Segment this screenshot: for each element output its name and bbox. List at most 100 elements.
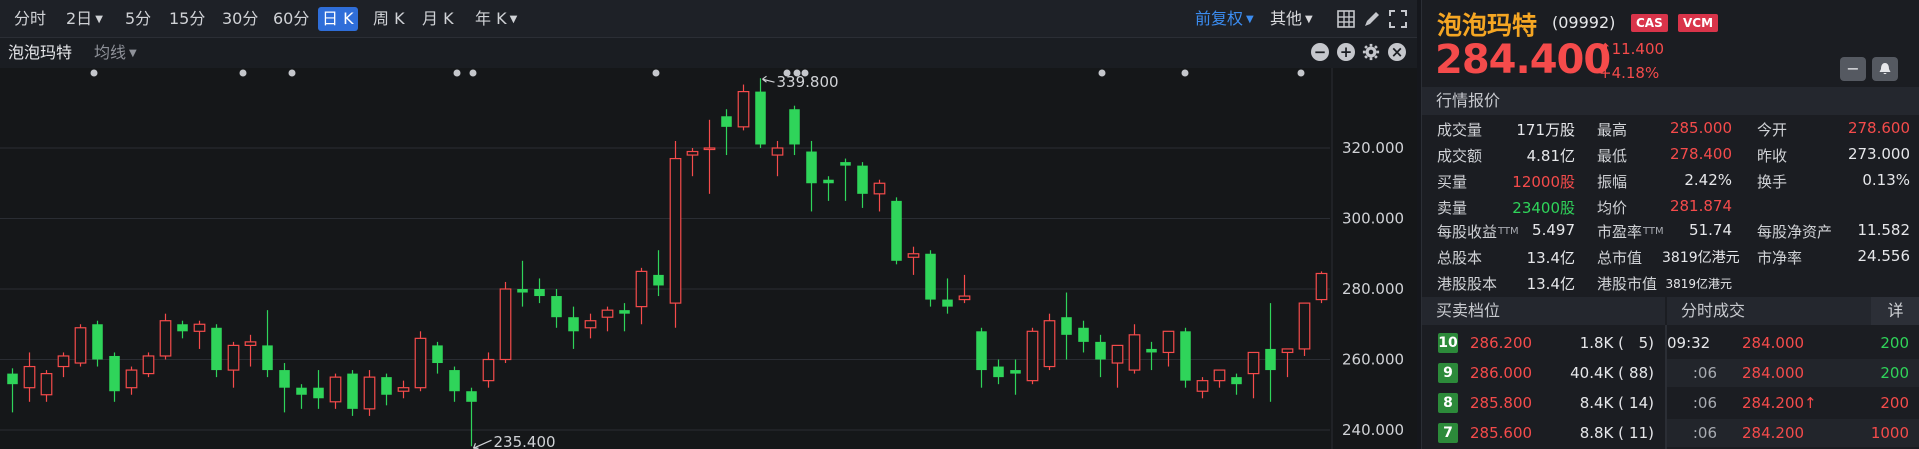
event-marker[interactable] xyxy=(453,69,461,77)
orderbook-row[interactable]: 10 286.200 1.8K (5) xyxy=(1422,333,1665,357)
adjust-label: 前复权 xyxy=(1195,9,1244,28)
quote-value: 171万股 xyxy=(1516,121,1575,139)
candle-body-up xyxy=(193,323,206,332)
quote-label: 市净率 xyxy=(1757,249,1803,267)
trade-volume: 200 xyxy=(1880,394,1909,412)
quote-value: 281.874 xyxy=(1669,197,1732,215)
candle-body-down xyxy=(177,324,188,332)
ask-price: 286.000 xyxy=(1470,364,1533,382)
adjust-dropdown[interactable]: 前复权 ▼ xyxy=(1195,7,1254,31)
quote-label: 成交量 xyxy=(1437,121,1483,139)
fundamental-row: 每股收益 TTM 5.497 市盈率 TTM 51.74 每股净资产 11.582 xyxy=(1422,221,1919,245)
minus-icon[interactable]: − xyxy=(1840,57,1866,81)
ask-count: 11) xyxy=(1629,424,1654,442)
event-marker[interactable] xyxy=(239,69,247,77)
quote-value: 278.400 xyxy=(1669,145,1732,163)
quote-value: 0.13% xyxy=(1862,171,1910,189)
candle-body-up xyxy=(958,295,971,301)
orderbook-row[interactable]: 9 286.000 40.4K (88) xyxy=(1422,363,1665,387)
layout-grid-icon[interactable] xyxy=(1336,9,1356,29)
ask-price: 286.200 xyxy=(1470,334,1533,352)
period-label: 15分 xyxy=(169,9,206,28)
event-marker[interactable] xyxy=(1098,69,1106,77)
event-marker[interactable] xyxy=(288,69,296,77)
quote-value: 278.600 xyxy=(1847,119,1910,137)
indicator-dropdown[interactable]: 均线 ▼ xyxy=(94,42,137,65)
chevron-down-icon: ▼ xyxy=(95,14,103,25)
other-dropdown[interactable]: 其他 ▼ xyxy=(1270,7,1313,31)
trade-price: 284.000 xyxy=(1742,334,1804,352)
chevron-down-icon: ▼ xyxy=(1305,14,1313,25)
zoom-out-icon[interactable]: − xyxy=(1311,43,1329,61)
candle-body-down xyxy=(1231,377,1242,385)
trade-price-value: 284.200 xyxy=(1742,424,1805,442)
period-label: 5分 xyxy=(125,9,152,28)
candle-body-down xyxy=(1146,348,1157,353)
y-tick-label: 240.000 xyxy=(1342,421,1404,439)
fundamental-row: 总股本 13.4亿 总市值 3819亿港元 市净率 24.556 xyxy=(1422,247,1919,271)
event-marker[interactable] xyxy=(90,69,98,77)
candle-body-up xyxy=(227,344,240,371)
candle-body-down xyxy=(517,289,528,293)
period-tab[interactable]: 年 K ▼ xyxy=(471,7,521,31)
candle-body-down xyxy=(925,253,936,300)
period-tab[interactable]: 60分 xyxy=(269,7,313,31)
candle-body-down xyxy=(92,324,103,360)
orderbook-row[interactable]: 8 285.800 8.4K (14) xyxy=(1422,393,1665,417)
settings-gear-icon[interactable] xyxy=(1362,43,1380,61)
event-marker[interactable] xyxy=(1181,69,1189,77)
period-label: 分时 xyxy=(14,9,47,28)
period-toolbar: 分时 2日 ▼ 5分 15分 30分 60分日 K周 K月 K年 K ▼ 前复权 ▼ 其他 ▼ xyxy=(0,0,1417,38)
candle-body-up xyxy=(907,253,920,258)
candlestick-chart[interactable]: 320.000 300.000 280.000 260.000 240.000 339.8… xyxy=(0,68,1417,449)
period-tab[interactable]: 日 K xyxy=(318,7,358,31)
quote-value: 13.4亿 xyxy=(1526,249,1575,267)
candle-body-up xyxy=(703,147,716,151)
candle-body-up xyxy=(1298,302,1311,350)
pen-draw-icon[interactable] xyxy=(1362,9,1382,29)
quote-label: 最高 xyxy=(1597,121,1628,139)
event-marker[interactable] xyxy=(1297,69,1305,77)
close-chart-icon[interactable]: × xyxy=(1388,43,1406,61)
period-tab[interactable]: 周 K xyxy=(369,7,409,31)
trade-time: :06 xyxy=(1692,364,1717,382)
quote-value: 51.74 xyxy=(1689,221,1732,239)
ttm-badge: TTM xyxy=(1643,226,1664,237)
quote-label: 港股股本 xyxy=(1437,275,1498,293)
event-marker[interactable] xyxy=(469,69,477,77)
ask-volume: 1.8K ( xyxy=(1579,334,1624,352)
quote-label: 今开 xyxy=(1757,121,1788,139)
quote-label: 总市值 xyxy=(1597,249,1643,267)
candle-body-down xyxy=(1095,341,1106,360)
event-marker[interactable] xyxy=(652,69,660,77)
fullscreen-icon[interactable] xyxy=(1388,9,1408,29)
level-badge: 7 xyxy=(1438,423,1458,443)
alert-bell-icon[interactable] xyxy=(1872,57,1898,81)
candle-body-down xyxy=(1061,317,1072,335)
orderbook-row[interactable]: 7 285.600 8.8K (11) xyxy=(1422,423,1665,447)
candle-body-down xyxy=(1180,331,1191,381)
trade-row: :06 284.200 1000 xyxy=(1667,419,1919,447)
candle-body-up xyxy=(635,270,648,308)
period-tab[interactable]: 月 K xyxy=(418,7,458,31)
candle-body-down xyxy=(993,366,1004,378)
chart-panel: 分时 2日 ▼ 5分 15分 30分 60分日 K周 K月 K年 K ▼ 前复权 ▼ 其他 ▼ 泡… xyxy=(0,0,1417,449)
quote-value: 3819亿港元 xyxy=(1662,250,1740,266)
candle-body-up xyxy=(1111,344,1124,364)
period-tab[interactable]: 5分 xyxy=(121,7,155,31)
stock-code: (09992) xyxy=(1552,13,1616,32)
trades-detail-button[interactable]: 详 xyxy=(1871,297,1919,325)
quote-label: 总股本 xyxy=(1437,249,1483,267)
period-tab[interactable]: 分时 xyxy=(10,7,50,31)
candle-body-up xyxy=(1162,330,1175,354)
zoom-in-icon[interactable]: + xyxy=(1337,43,1355,61)
period-tab[interactable]: 30分 xyxy=(218,7,262,31)
max-pointer-arrow xyxy=(762,75,775,83)
period-tab[interactable]: 2日 ▼ xyxy=(62,7,107,31)
ask-volume: 40.4K ( xyxy=(1570,364,1624,382)
period-tab[interactable]: 15分 xyxy=(165,7,209,31)
quote-value: 12000股 xyxy=(1512,173,1575,191)
ask-price: 285.600 xyxy=(1470,424,1533,442)
quote-value: 5.497 xyxy=(1532,221,1575,239)
other-label: 其他 xyxy=(1270,9,1303,28)
